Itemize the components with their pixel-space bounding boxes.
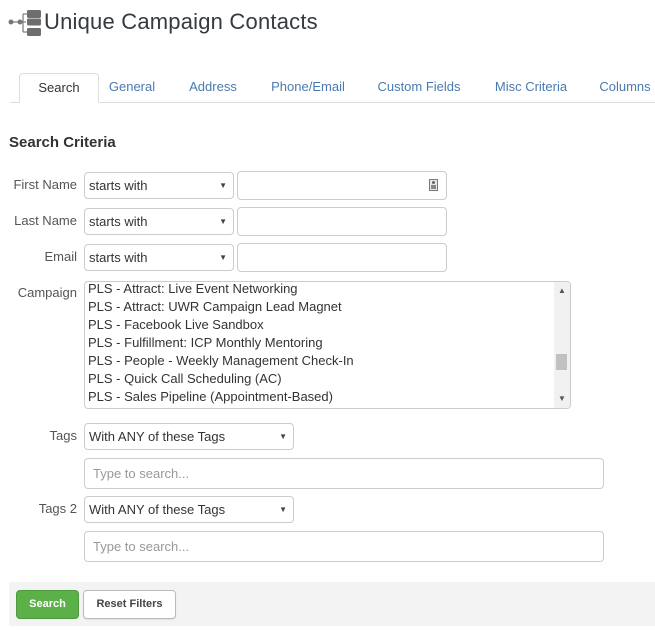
tab-search[interactable]: Search bbox=[19, 73, 99, 103]
tags-search-input[interactable]: Type to search... bbox=[84, 458, 604, 489]
campaign-label: Campaign bbox=[17, 285, 77, 300]
tags2-search-placeholder: Type to search... bbox=[93, 539, 190, 554]
campaign-option[interactable]: PLS - Fulfillment: ICP Monthly Mentoring bbox=[85, 334, 354, 352]
section-title: Search Criteria bbox=[9, 134, 116, 151]
campaign-option[interactable]: PLS - Attract: Live Event Networking bbox=[85, 282, 354, 298]
scroll-down-arrow-icon[interactable]: ▼ bbox=[554, 392, 570, 406]
email-input[interactable] bbox=[237, 243, 447, 272]
tab-phone-email[interactable]: Phone/Email bbox=[265, 73, 351, 102]
tab-misc-criteria[interactable]: Misc Criteria bbox=[487, 73, 575, 102]
campaign-option[interactable]: PLS - Sales Pipeline (Appointment-Based) bbox=[85, 388, 354, 406]
tags-operator-select[interactable]: With ANY of these Tags ▼ bbox=[84, 423, 294, 450]
first-name-operator-select[interactable]: starts with ▼ bbox=[84, 172, 234, 199]
tab-custom-fields[interactable]: Custom Fields bbox=[371, 73, 467, 102]
campaign-option[interactable]: PLS - People - Weekly Management Check-I… bbox=[85, 352, 354, 370]
chevron-down-icon: ▼ bbox=[279, 432, 287, 441]
campaign-option[interactable]: PLS - Quick Call Scheduling (AC) bbox=[85, 370, 354, 388]
tags-operator-value: With ANY of these Tags bbox=[89, 429, 226, 444]
tags2-operator-select[interactable]: With ANY of these Tags ▼ bbox=[84, 496, 294, 523]
tab-bar: Search General Address Phone/Email Custo… bbox=[10, 73, 655, 103]
chevron-down-icon: ▼ bbox=[279, 505, 287, 514]
first-name-label: First Name bbox=[13, 177, 77, 192]
form-actions: Search Reset Filters bbox=[9, 582, 655, 626]
tab-columns[interactable]: Columns bbox=[594, 73, 655, 102]
last-name-label: Last Name bbox=[14, 213, 77, 228]
page-title: Unique Campaign Contacts bbox=[44, 9, 318, 34]
chevron-down-icon: ▼ bbox=[219, 181, 227, 190]
last-name-input[interactable] bbox=[237, 207, 447, 236]
scrollbar-thumb[interactable] bbox=[556, 354, 567, 370]
last-name-operator-value: starts with bbox=[89, 214, 148, 229]
email-operator-value: starts with bbox=[89, 250, 148, 265]
tags2-search-input[interactable]: Type to search... bbox=[84, 531, 604, 562]
hierarchy-tree-icon bbox=[8, 10, 41, 36]
email-operator-select[interactable]: starts with ▼ bbox=[84, 244, 234, 271]
last-name-operator-select[interactable]: starts with ▼ bbox=[84, 208, 234, 235]
chevron-down-icon: ▼ bbox=[219, 253, 227, 262]
campaign-option[interactable]: PLS - Facebook Live Sandbox bbox=[85, 316, 354, 334]
chevron-down-icon: ▼ bbox=[219, 217, 227, 226]
tags-label: Tags bbox=[49, 428, 77, 443]
contact-card-icon[interactable] bbox=[429, 179, 438, 191]
scroll-up-arrow-icon[interactable]: ▲ bbox=[554, 284, 570, 298]
first-name-input[interactable] bbox=[237, 171, 447, 200]
tab-general[interactable]: General bbox=[100, 73, 164, 102]
search-button[interactable]: Search bbox=[16, 590, 79, 619]
campaign-option[interactable]: PLS - Attract: UWR Campaign Lead Magnet bbox=[85, 298, 354, 316]
tab-address[interactable]: Address bbox=[180, 73, 246, 102]
campaign-scrollbar[interactable]: ▲ ▼ bbox=[554, 282, 570, 408]
tags2-operator-value: With ANY of these Tags bbox=[89, 502, 226, 517]
campaign-listbox[interactable]: PLS - Attract: Live Event Networking PLS… bbox=[84, 281, 571, 409]
page-header: Unique Campaign Contacts bbox=[8, 6, 318, 38]
tags2-label: Tags 2 bbox=[38, 501, 77, 516]
reset-filters-button[interactable]: Reset Filters bbox=[83, 590, 176, 619]
first-name-operator-value: starts with bbox=[89, 178, 148, 193]
tags-search-placeholder: Type to search... bbox=[93, 466, 190, 481]
email-label: Email bbox=[44, 249, 77, 264]
